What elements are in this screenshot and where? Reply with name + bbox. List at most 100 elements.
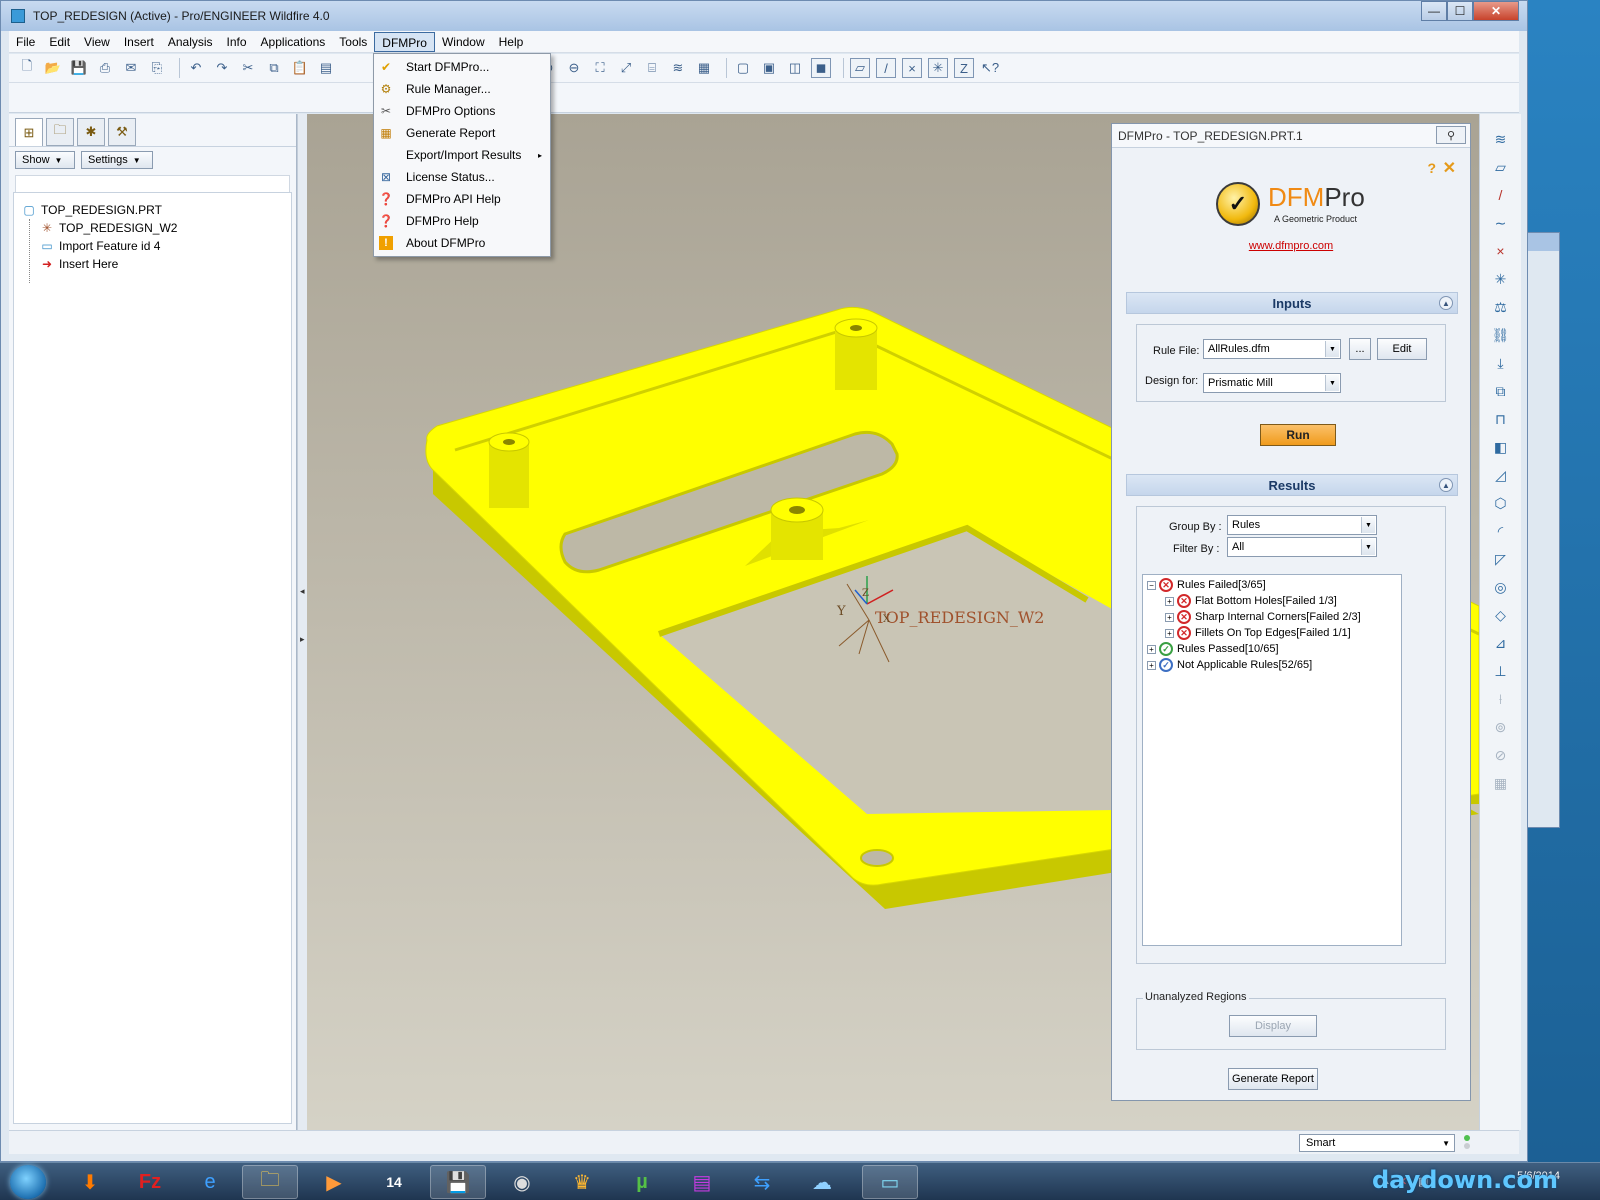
generate-report-button[interactable]: Generate Report <box>1228 1068 1318 1090</box>
layers-icon[interactable]: ≋ <box>668 58 688 78</box>
paste-special-icon[interactable]: ▤ <box>316 58 336 78</box>
group-by-select[interactable]: Rules ▼ <box>1227 515 1377 535</box>
reorient-icon[interactable]: ⤢ <box>616 58 636 78</box>
crown-app-icon[interactable]: ♛ <box>554 1165 610 1199</box>
result-node-rules-failed[interactable]: − ✕ Rules Failed[3/65] <box>1143 577 1401 593</box>
tree-expander[interactable]: + <box>1165 596 1174 606</box>
extrude-icon[interactable]: ⊓ <box>1489 407 1513 431</box>
collapse-left-icon[interactable]: ◂ <box>300 586 305 597</box>
internet-explorer-icon[interactable]: e <box>182 1165 238 1199</box>
paste-icon[interactable]: 📋 <box>290 58 310 78</box>
minimize-button[interactable]: — <box>1421 1 1447 21</box>
menu-item-license-status[interactable]: ⊠ License Status... <box>374 166 550 188</box>
sweep-icon[interactable]: ◿ <box>1489 463 1513 487</box>
menu-view[interactable]: View <box>77 32 117 52</box>
menu-item-generate-report[interactable]: ▦ Generate Report <box>374 122 550 144</box>
menu-item-start-dfmpro[interactable]: ✔ Start DFMPro... <box>374 56 550 78</box>
tree-item-import-feature[interactable]: ▭ Import Feature id 4 <box>14 237 291 255</box>
chain-icon[interactable]: ⛓ <box>1489 323 1513 347</box>
menu-applications[interactable]: Applications <box>254 32 333 52</box>
result-node-not-applicable[interactable]: + ✓ Not Applicable Rules[52/65] <box>1143 657 1401 673</box>
maximize-button[interactable]: ☐ <box>1447 1 1473 21</box>
draft-icon[interactable]: ⊿ <box>1489 631 1513 655</box>
merge-icon[interactable]: ⊚ <box>1489 715 1513 739</box>
sketch-datum-icon[interactable]: ≋ <box>1489 127 1513 151</box>
save-icon[interactable]: 💾 <box>69 58 89 78</box>
csys-create-icon[interactable]: ✳ <box>1489 267 1513 291</box>
chevron-down-icon[interactable]: ▼ <box>1325 341 1339 357</box>
menu-help[interactable]: Help <box>492 32 531 52</box>
edit-rule-file-button[interactable]: Edit <box>1377 338 1427 360</box>
result-node-rules-passed[interactable]: + ✓ Rules Passed[10/65] <box>1143 641 1401 657</box>
filezilla-icon[interactable]: Fz <box>122 1165 178 1199</box>
pattern-icon[interactable]: ▦ <box>1489 771 1513 795</box>
result-node-fillets-on-top-edges[interactable]: + ✕ Fillets On Top Edges[Failed 1/1] <box>1143 625 1401 641</box>
help-icon[interactable]: ? <box>1427 160 1436 176</box>
menu-insert[interactable]: Insert <box>117 32 161 52</box>
folder-browser-tab[interactable]: 🗀 <box>46 118 74 146</box>
calendar-app-icon[interactable]: 14 <box>366 1165 422 1199</box>
website-link[interactable]: www.dfmpro.com <box>1112 240 1470 252</box>
zoom-out-icon[interactable]: ⊖ <box>564 58 584 78</box>
shading-icon[interactable]: ◼ <box>811 58 831 78</box>
open-folder-icon[interactable]: 📂 <box>43 58 63 78</box>
chevron-down-icon[interactable]: ▼ <box>1361 539 1375 555</box>
filter-by-select[interactable]: All ▼ <box>1227 537 1377 557</box>
email-icon[interactable]: ✉ <box>121 58 141 78</box>
result-node-sharp-internal-corners[interactable]: + ✕ Sharp Internal Corners[Failed 2/3] <box>1143 609 1401 625</box>
menu-item-export-import-results[interactable]: Export/Import Results ▸ <box>374 144 550 166</box>
coordinate-systems-icon[interactable]: ✳ <box>928 58 948 78</box>
tree-expander[interactable]: + <box>1147 660 1156 670</box>
tree-expander[interactable]: + <box>1165 612 1174 622</box>
annotations-icon[interactable]: Z <box>954 58 974 78</box>
menu-file[interactable]: File <box>9 32 42 52</box>
collapse-up-icon[interactable]: ▲ <box>1439 296 1453 310</box>
analysis-icon[interactable]: ⚖ <box>1489 295 1513 319</box>
shell-icon[interactable]: ◇ <box>1489 603 1513 627</box>
close-icon[interactable]: ✕ <box>1443 158 1456 178</box>
chevron-down-icon[interactable]: ▼ <box>1361 517 1375 533</box>
round-icon[interactable]: ◜ <box>1489 519 1513 543</box>
menu-item-dfmpro-api-help[interactable]: ❓ DFMPro API Help <box>374 188 550 210</box>
datum-points-icon[interactable]: × <box>902 58 922 78</box>
rib-icon[interactable]: ⊥ <box>1489 659 1513 683</box>
datum-point-icon[interactable]: × <box>1489 239 1513 263</box>
utorrent-icon[interactable]: µ <box>614 1165 670 1199</box>
dfmpro-panel-titlebar[interactable]: DFMPro - TOP_REDESIGN.PRT.1 ⚲ <box>1112 124 1470 148</box>
chevron-down-icon[interactable]: ▼ <box>1325 375 1339 391</box>
mirror-icon[interactable]: ⟊ <box>1489 687 1513 711</box>
tree-expander[interactable]: + <box>1147 644 1156 654</box>
copy-icon[interactable]: ⧉ <box>264 58 284 78</box>
winrar-icon[interactable]: ▤ <box>674 1165 730 1199</box>
chamfer-icon[interactable]: ◸ <box>1489 547 1513 571</box>
wireframe-icon[interactable]: ▢ <box>733 58 753 78</box>
blend-icon[interactable]: ⬡ <box>1489 491 1513 515</box>
menu-item-about-dfmpro[interactable]: ! About DFMPro <box>374 232 550 254</box>
redo-icon[interactable]: ↷ <box>212 58 232 78</box>
disc-burner-icon[interactable]: ◉ <box>494 1165 550 1199</box>
tree-item-csys[interactable]: ✳ TOP_REDESIGN_W2 <box>14 219 291 237</box>
tree-expander[interactable]: + <box>1165 628 1174 638</box>
saved-views-icon[interactable]: ⌸ <box>642 58 662 78</box>
rule-file-select[interactable]: AllRules.dfm ▼ <box>1203 339 1341 359</box>
media-player-icon[interactable]: ▶ <box>306 1165 362 1199</box>
menu-item-rule-manager[interactable]: ⚙ Rule Manager... <box>374 78 550 100</box>
datum-planes-icon[interactable]: ▱ <box>850 58 870 78</box>
tree-item-insert-here[interactable]: ➜ Insert Here <box>14 255 291 273</box>
copy-feature-icon[interactable]: ⧉ <box>1489 379 1513 403</box>
results-section-header[interactable]: Results ▲ <box>1126 474 1458 496</box>
menu-dfmpro[interactable]: DFMPro <box>374 31 435 52</box>
model-tree-tab[interactable]: ⊞ <box>15 118 43 146</box>
show-dropdown[interactable]: Show ▼ <box>15 151 75 169</box>
expand-right-icon[interactable]: ▸ <box>300 634 305 645</box>
display-button[interactable]: Display <box>1229 1015 1317 1037</box>
panel-splitter[interactable]: ◂ ▸ <box>297 114 307 1130</box>
datum-plane-icon[interactable]: ▱ <box>1489 155 1513 179</box>
undo-icon[interactable]: ↶ <box>186 58 206 78</box>
save-app-icon[interactable]: 💾 <box>430 1165 486 1199</box>
menu-item-dfmpro-options[interactable]: ✂ DFMPro Options <box>374 100 550 122</box>
proengineer-taskbar-icon[interactable]: ▭ <box>862 1165 918 1199</box>
tree-item-part[interactable]: ▢ TOP_REDESIGN.PRT <box>14 201 291 219</box>
menu-tools[interactable]: Tools <box>332 32 374 52</box>
design-for-select[interactable]: Prismatic Mill ▼ <box>1203 373 1341 393</box>
